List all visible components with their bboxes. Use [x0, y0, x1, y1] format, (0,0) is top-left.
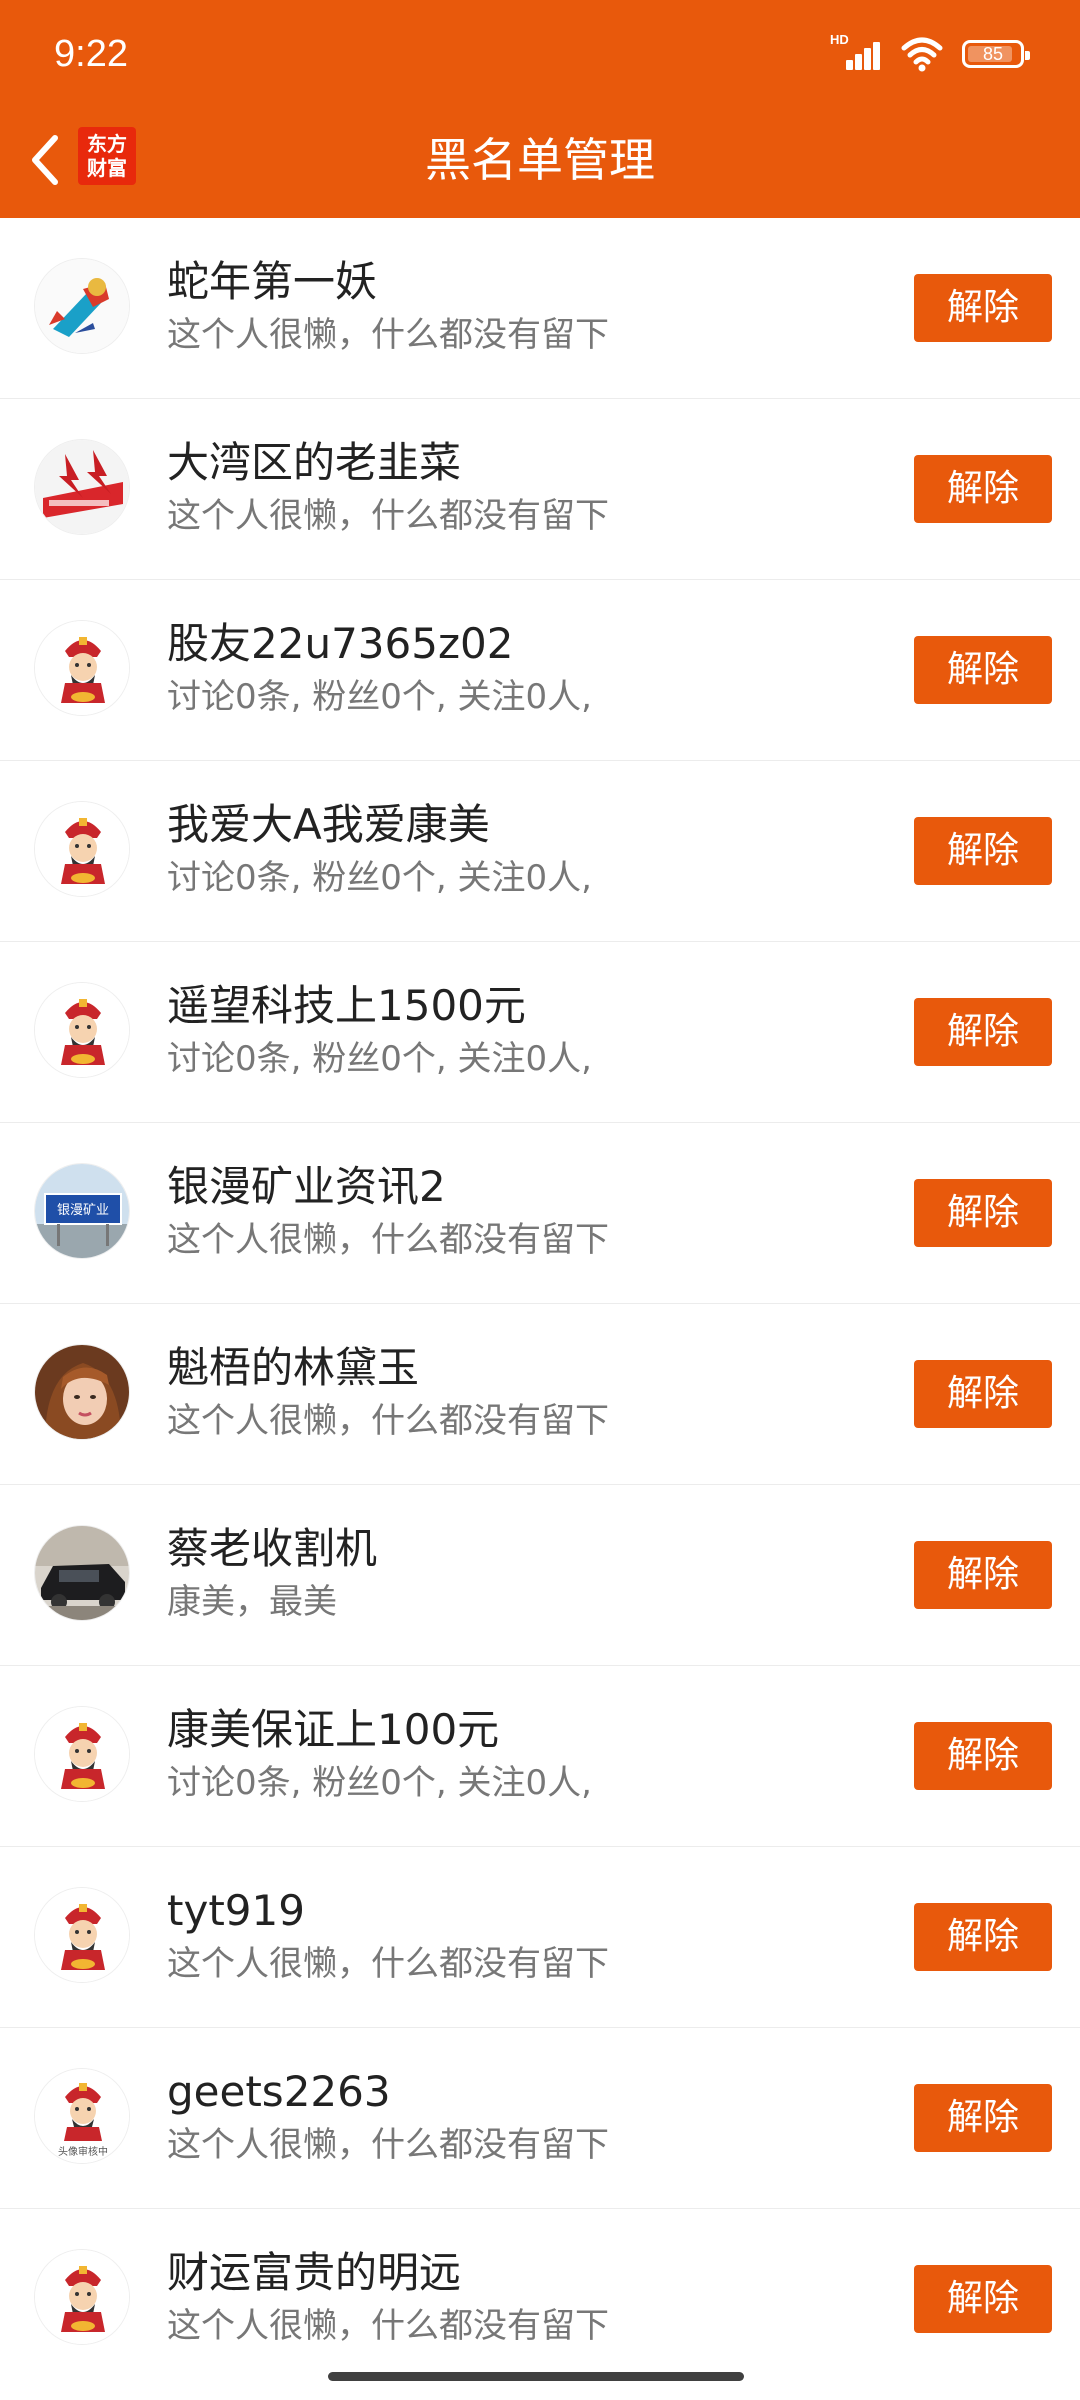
fortune-god-avatar-icon	[35, 621, 129, 715]
list-item: 财运富贵的明远 这个人很懒，什么都没有留下 解除	[0, 2209, 1080, 2390]
user-name: 大湾区的老韭菜	[167, 438, 462, 487]
red-logo-avatar-icon	[35, 440, 129, 534]
user-name: 股友22u7365z02	[167, 619, 514, 668]
user-name: 魁梧的林黛玉	[167, 1343, 420, 1392]
network-badge: HD	[830, 32, 849, 47]
unblock-button[interactable]: 解除	[914, 2084, 1052, 2152]
list-item: 大湾区的老韭菜 这个人很懒，什么都没有留下 解除	[0, 399, 1080, 580]
list-item: 康美保证上100元 讨论0条, 粉丝0个, 关注0人, 解除	[0, 1666, 1080, 1847]
unblock-button[interactable]: 解除	[914, 1722, 1052, 1790]
user-description: 康美，最美	[167, 1582, 337, 1622]
list-item: 蔡老收割机 康美，最美 解除	[0, 1485, 1080, 1666]
unblock-button[interactable]: 解除	[914, 1903, 1052, 1971]
battery-icon: 85	[962, 40, 1030, 68]
avatar[interactable]	[34, 258, 130, 354]
user-name: 康美保证上100元	[167, 1705, 500, 1754]
blacklist: 蛇年第一妖 这个人很懒，什么都没有留下 解除 大湾区的老韭菜 这个人很懒，什么都…	[0, 218, 1080, 2390]
avatar[interactable]	[34, 1344, 130, 1440]
avatar[interactable]	[34, 620, 130, 716]
avatar[interactable]: 头像审核中	[34, 2068, 130, 2164]
avatar[interactable]	[34, 801, 130, 897]
road-sign-text: 银漫矿业	[57, 1203, 109, 1218]
status-icons: HD 85	[830, 32, 1030, 74]
status-bar: 9:22 HD 85	[0, 0, 1080, 105]
avatar[interactable]	[34, 1706, 130, 1802]
fortune-god-avatar-icon	[35, 2250, 129, 2344]
fortune-god-avatar-icon	[35, 1707, 129, 1801]
avatar[interactable]	[34, 1525, 130, 1621]
list-item: tyt919 这个人很懒，什么都没有留下 解除	[0, 1847, 1080, 2028]
list-item: 魁梧的林黛玉 这个人很懒，什么都没有留下 解除	[0, 1304, 1080, 1485]
user-name: 财运富贵的明远	[167, 2248, 462, 2297]
user-name: 遥望科技上1500元	[167, 981, 526, 1030]
car-avatar-icon	[35, 1526, 129, 1620]
unblock-button[interactable]: 解除	[914, 455, 1052, 523]
list-item: 蛇年第一妖 这个人很懒，什么都没有留下 解除	[0, 218, 1080, 399]
unblock-button[interactable]: 解除	[914, 1541, 1052, 1609]
portrait-avatar-icon	[35, 1345, 129, 1439]
avatar[interactable]	[34, 439, 130, 535]
unblock-button[interactable]: 解除	[914, 636, 1052, 704]
list-item: 遥望科技上1500元 讨论0条, 粉丝0个, 关注0人, 解除	[0, 942, 1080, 1123]
fortune-god-avatar-icon	[35, 1888, 129, 1982]
list-item: 头像审核中 geets2263 这个人很懒，什么都没有留下 解除	[0, 2028, 1080, 2209]
app-header: 9:22 HD 85 东方 财富 黑名单管理	[0, 0, 1080, 218]
superhero-avatar-icon	[35, 259, 129, 353]
user-name: tyt919	[167, 1886, 305, 1935]
status-time: 9:22	[54, 33, 128, 75]
user-description: 这个人很懒，什么都没有留下	[167, 2125, 609, 2165]
user-name: geets2263	[167, 2067, 391, 2116]
user-description: 这个人很懒，什么都没有留下	[167, 315, 609, 355]
avatar[interactable]	[34, 1887, 130, 1983]
wifi-icon	[901, 37, 943, 72]
user-description: 这个人很懒，什么都没有留下	[167, 1944, 609, 1984]
avatar[interactable]	[34, 982, 130, 1078]
user-description: 讨论0条, 粉丝0个, 关注0人,	[167, 858, 592, 898]
list-item: 我爱大A我爱康美 讨论0条, 粉丝0个, 关注0人, 解除	[0, 761, 1080, 942]
road-sign-avatar-icon: 银漫矿业	[35, 1164, 129, 1258]
signal-icon: HD	[830, 32, 882, 74]
battery-level: 85	[982, 44, 1004, 64]
unblock-button[interactable]: 解除	[914, 817, 1052, 885]
user-name: 蔡老收割机	[167, 1524, 378, 1573]
unblock-button[interactable]: 解除	[914, 1360, 1052, 1428]
unblock-button[interactable]: 解除	[914, 998, 1052, 1066]
user-description: 讨论0条, 粉丝0个, 关注0人,	[167, 677, 592, 717]
user-name: 我爱大A我爱康美	[167, 800, 490, 849]
avatar-review-caption: 头像审核中	[58, 2145, 108, 2158]
list-item: 股友22u7365z02 讨论0条, 粉丝0个, 关注0人, 解除	[0, 580, 1080, 761]
avatar[interactable]: 银漫矿业	[34, 1163, 130, 1259]
user-description: 这个人很懒，什么都没有留下	[167, 496, 609, 536]
user-name: 蛇年第一妖	[167, 257, 378, 306]
page-title: 黑名单管理	[425, 133, 655, 187]
user-description: 这个人很懒，什么都没有留下	[167, 1401, 609, 1441]
nav-bar: 东方 财富 黑名单管理	[0, 105, 1080, 218]
fortune-god-avatar-icon	[35, 802, 129, 896]
unblock-button[interactable]: 解除	[914, 274, 1052, 342]
user-description: 这个人很懒，什么都没有留下	[167, 2306, 609, 2346]
unblock-button[interactable]: 解除	[914, 2265, 1052, 2333]
user-name: 银漫矿业资讯2	[167, 1162, 446, 1211]
user-description: 这个人很懒，什么都没有留下	[167, 1220, 609, 1260]
unblock-button[interactable]: 解除	[914, 1179, 1052, 1247]
fortune-god-avatar-icon	[35, 983, 129, 1077]
fortune-god-avatar-icon: 头像审核中	[35, 2069, 129, 2163]
home-indicator[interactable]	[328, 2372, 744, 2381]
user-description: 讨论0条, 粉丝0个, 关注0人,	[167, 1039, 592, 1079]
list-item: 银漫矿业 银漫矿业资讯2 这个人很懒，什么都没有留下 解除	[0, 1123, 1080, 1304]
user-description: 讨论0条, 粉丝0个, 关注0人,	[167, 1763, 592, 1803]
avatar[interactable]	[34, 2249, 130, 2345]
